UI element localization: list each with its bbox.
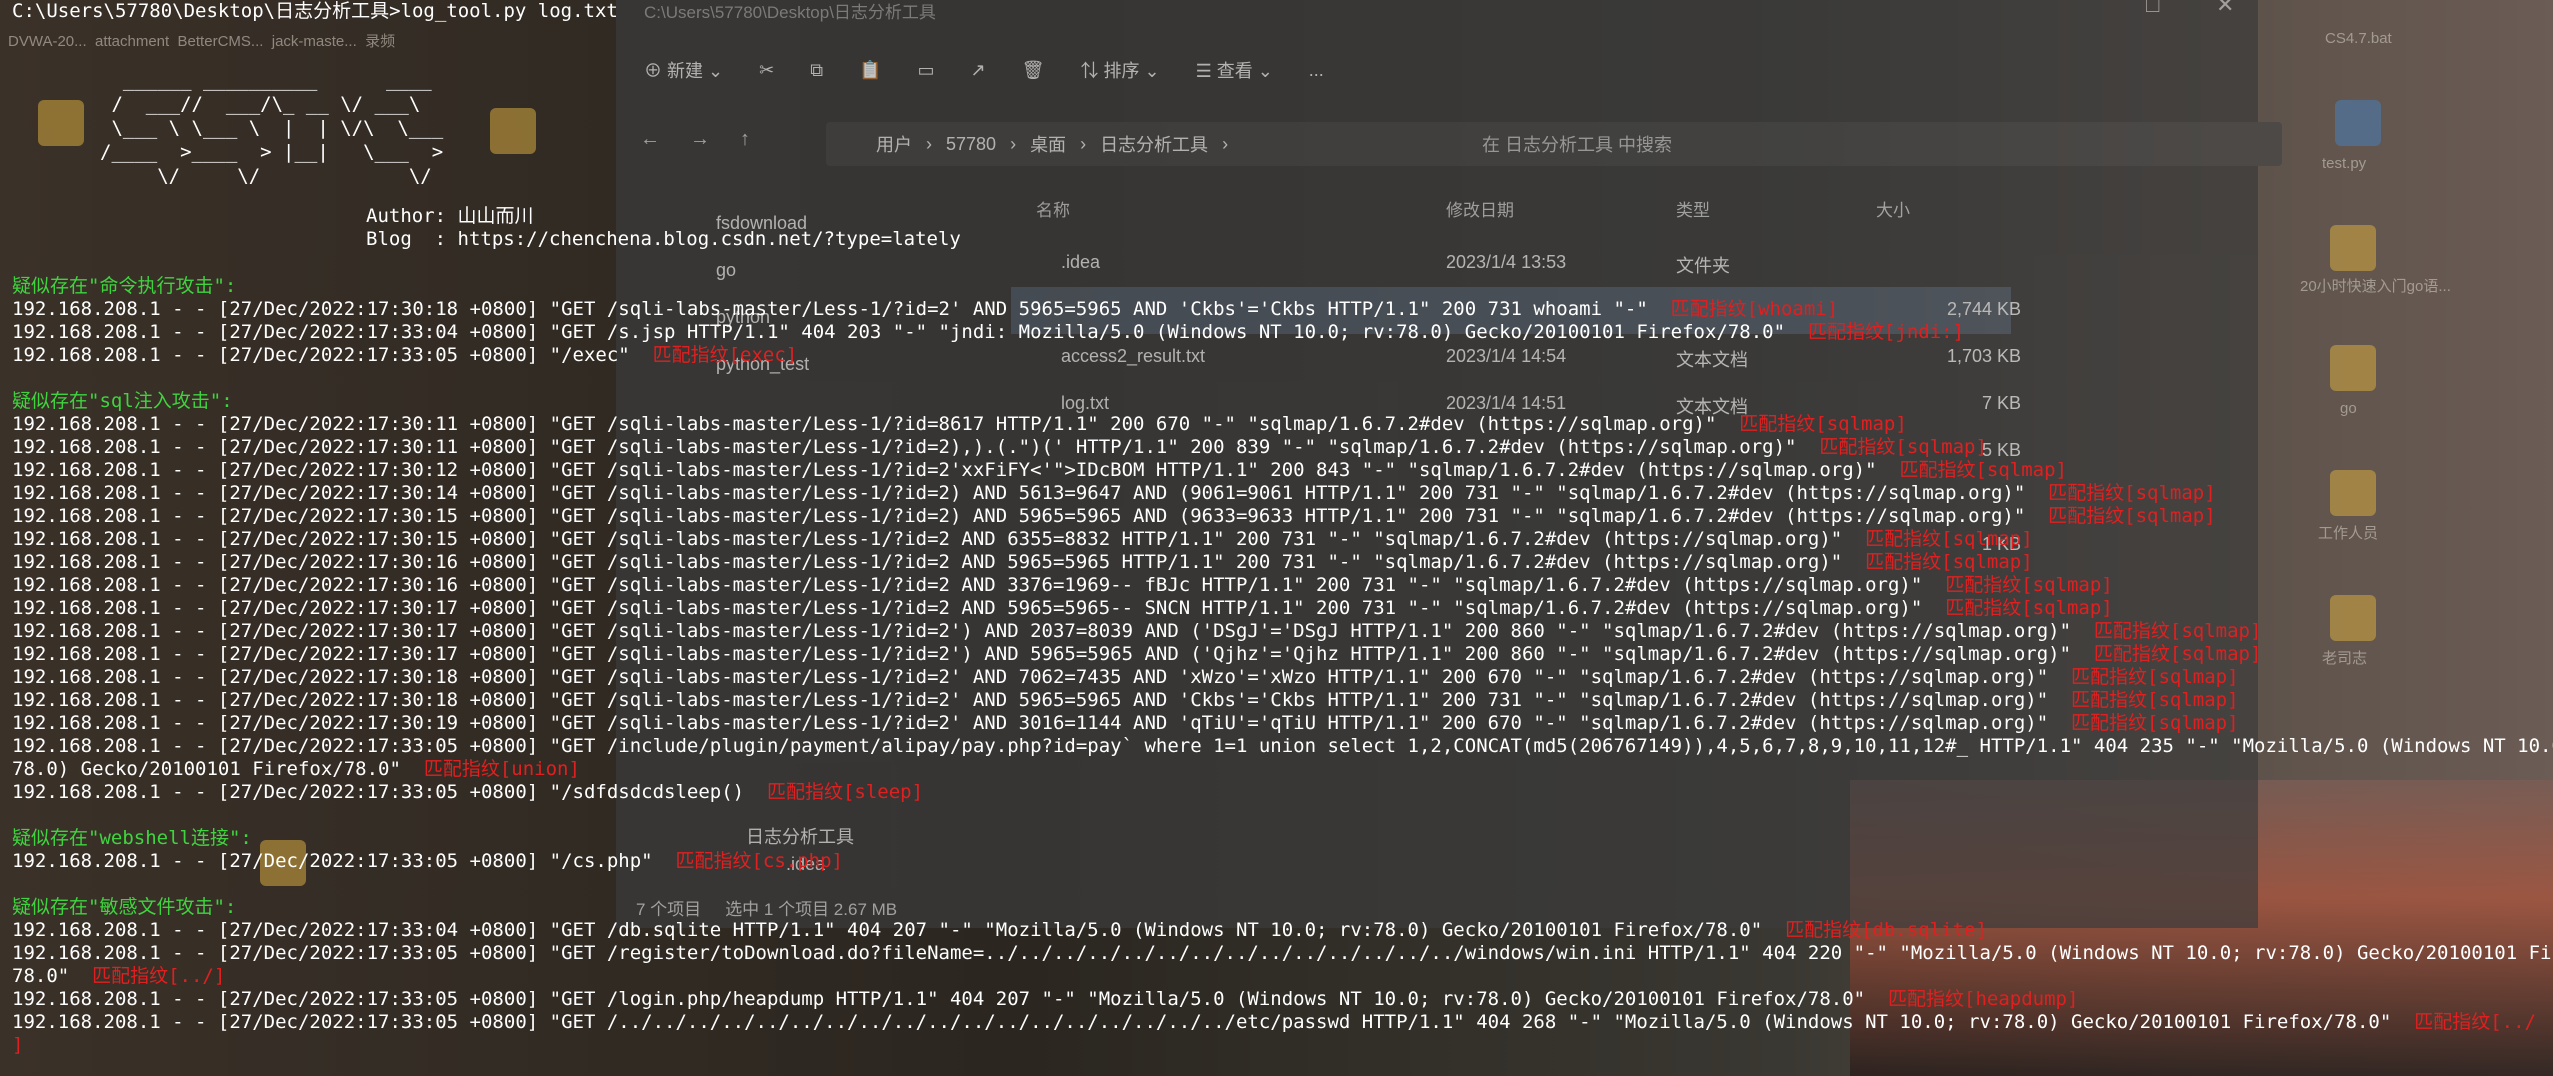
section-header: 疑似存在"命令执行攻击": (12, 275, 237, 297)
log-line-continuation: 78.0) Gecko/20100101 Firefox/78.0" 匹配指纹[… (12, 758, 580, 781)
log-line: 192.168.208.1 - - [27/Dec/2022:17:33:05 … (12, 850, 843, 873)
fingerprint-match: 匹配指纹[sqlmap] (2093, 620, 2262, 642)
log-line: 192.168.208.1 - - [27/Dec/2022:17:33:05 … (12, 344, 797, 367)
log-text: 192.168.208.1 - - [27/Dec/2022:17:30:17 … (12, 643, 2072, 665)
log-text: 192.168.208.1 - - [27/Dec/2022:17:30:16 … (12, 551, 1843, 573)
fingerprint-match: 匹配指纹[sleep] (766, 781, 924, 803)
log-line: 192.168.208.1 - - [27/Dec/2022:17:33:04 … (12, 919, 1987, 942)
log-line: 192.168.208.1 - - [27/Dec/2022:17:30:16 … (12, 574, 2113, 597)
log-line: 192.168.208.1 - - [27/Dec/2022:17:30:12 … (12, 459, 2067, 482)
log-line: 192.168.208.1 - - [27/Dec/2022:17:33:04 … (12, 321, 1964, 344)
log-line: 192.168.208.1 - - [27/Dec/2022:17:30:15 … (12, 528, 2033, 551)
log-text: 78.0" (12, 965, 70, 987)
log-line: 192.168.208.1 - - [27/Dec/2022:17:30:17 … (12, 620, 2261, 643)
fingerprint-match: 匹配指纹[sqlmap] (2048, 482, 2216, 504)
fingerprint-match-continuation: ] (12, 1034, 24, 1056)
fingerprint-match: 匹配指纹[sqlmap] (1945, 597, 2113, 619)
log-line: 192.168.208.1 - - [27/Dec/2022:17:33:05 … (12, 942, 2553, 965)
log-text: 192.168.208.1 - - [27/Dec/2022:17:30:18 … (12, 666, 2049, 688)
log-text: 78.0) Gecko/20100101 Firefox/78.0" (12, 758, 401, 780)
fingerprint-match: 匹配指纹[sqlmap] (2093, 643, 2262, 665)
log-text: 192.168.208.1 - - [27/Dec/2022:17:33:05 … (12, 781, 745, 803)
log-line: 192.168.208.1 - - [27/Dec/2022:17:30:11 … (12, 413, 1907, 436)
fingerprint-match: 匹配指纹[sqlmap] (1865, 528, 2033, 550)
log-text: 192.168.208.1 - - [27/Dec/2022:17:30:12 … (12, 459, 1877, 481)
fingerprint-match: 匹配指纹[sqlmap] (2071, 689, 2239, 711)
fingerprint-match: 匹配指纹[sqlmap] (1739, 413, 1907, 435)
log-text: 192.168.208.1 - - [27/Dec/2022:17:30:11 … (12, 413, 1717, 435)
log-line: 192.168.208.1 - - [27/Dec/2022:17:30:18 … (12, 666, 2239, 689)
section-header: 疑似存在"sql注入攻击": (12, 390, 233, 412)
fingerprint-match: 匹配指纹[jndi:] (1807, 321, 1965, 343)
fingerprint-match: 匹配指纹[../ (2414, 1011, 2536, 1033)
ascii-banner: ______ __________ ____ / ___// ___/\_ __… (100, 69, 444, 187)
log-text: 192.168.208.1 - - [27/Dec/2022:17:30:17 … (12, 620, 2072, 642)
log-line: 192.168.208.1 - - [27/Dec/2022:17:30:17 … (12, 643, 2261, 666)
log-line: 192.168.208.1 - - [27/Dec/2022:17:30:14 … (12, 482, 2216, 505)
log-line: 192.168.208.1 - - [27/Dec/2022:17:30:17 … (12, 597, 2113, 620)
log-line: 192.168.208.1 - - [27/Dec/2022:17:30:18 … (12, 689, 2239, 712)
log-text: 192.168.208.1 - - [27/Dec/2022:17:30:18 … (12, 689, 2049, 711)
log-line: 192.168.208.1 - - [27/Dec/2022:17:30:18 … (12, 298, 1838, 321)
log-line: 192.168.208.1 - - [27/Dec/2022:17:30:15 … (12, 505, 2216, 528)
log-text: 192.168.208.1 - - [27/Dec/2022:17:33:05 … (12, 1011, 2392, 1033)
log-text: 192.168.208.1 - - [27/Dec/2022:17:33:05 … (12, 988, 1866, 1010)
section-header: 疑似存在"webshell连接": (12, 827, 252, 849)
fingerprint-match: 匹配指纹[cs.php] (675, 850, 843, 872)
fingerprint-match: 匹配指纹[sqlmap] (1945, 574, 2113, 596)
log-line: 192.168.208.1 - - [27/Dec/2022:17:33:05 … (12, 735, 2553, 758)
fingerprint-match: 匹配指纹[sqlmap] (1865, 551, 2033, 573)
log-line: 192.168.208.1 - - [27/Dec/2022:17:30:16 … (12, 551, 2033, 574)
log-text: 192.168.208.1 - - [27/Dec/2022:17:33:04 … (12, 321, 1786, 343)
log-text: 192.168.208.1 - - [27/Dec/2022:17:33:05 … (12, 942, 2553, 964)
fingerprint-match: 匹配指纹[db.sqlite] (1785, 919, 1987, 941)
log-text: 192.168.208.1 - - [27/Dec/2022:17:33:05 … (12, 850, 653, 872)
log-line: 192.168.208.1 - - [27/Dec/2022:17:33:05 … (12, 1011, 2536, 1034)
section-header: 疑似存在"敏感文件攻击": (12, 896, 237, 918)
fingerprint-match: 匹配指纹[../] (92, 965, 226, 987)
fingerprint-match: 匹配指纹[sqlmap] (2071, 712, 2239, 734)
log-line: 192.168.208.1 - - [27/Dec/2022:17:33:05 … (12, 988, 2078, 1011)
log-text: 192.168.208.1 - - [27/Dec/2022:17:30:15 … (12, 528, 1843, 550)
log-text: 192.168.208.1 - - [27/Dec/2022:17:30:17 … (12, 597, 1923, 619)
fingerprint-match: 匹配指纹[heapdump] (1888, 988, 2079, 1010)
log-text: 192.168.208.1 - - [27/Dec/2022:17:30:18 … (12, 298, 1648, 320)
author-line: Author: 山山而川 (366, 205, 534, 227)
terminal-output: C:\Users\57780\Desktop\日志分析工具>log_tool.p… (0, 0, 2553, 1076)
fingerprint-match: 匹配指纹[sqlmap] (1819, 436, 1987, 458)
log-text: 192.168.208.1 - - [27/Dec/2022:17:33:05 … (12, 735, 2553, 757)
blog-line: Blog : https://chenchena.blog.csdn.net/?… (366, 228, 961, 250)
log-line: 192.168.208.1 - - [27/Dec/2022:17:30:11 … (12, 436, 1987, 459)
log-line-continuation: 78.0" 匹配指纹[../] (12, 965, 225, 988)
log-text: 192.168.208.1 - - [27/Dec/2022:17:30:16 … (12, 574, 1923, 596)
log-text: 192.168.208.1 - - [27/Dec/2022:17:33:04 … (12, 919, 1763, 941)
fingerprint-match: 匹配指纹[exec] (652, 344, 798, 366)
log-line: 192.168.208.1 - - [27/Dec/2022:17:33:05 … (12, 781, 923, 804)
fingerprint-match: 匹配指纹[sqlmap] (2071, 666, 2239, 688)
log-text: 192.168.208.1 - - [27/Dec/2022:17:30:15 … (12, 505, 2026, 527)
log-text: 192.168.208.1 - - [27/Dec/2022:17:30:11 … (12, 436, 1797, 458)
fingerprint-match: 匹配指纹[union] (423, 758, 580, 780)
log-line: 192.168.208.1 - - [27/Dec/2022:17:30:19 … (12, 712, 2239, 735)
log-text: 192.168.208.1 - - [27/Dec/2022:17:30:14 … (12, 482, 2026, 504)
command-line: C:\Users\57780\Desktop\日志分析工具>log_tool.p… (12, 0, 618, 22)
log-text: 192.168.208.1 - - [27/Dec/2022:17:33:05 … (12, 344, 630, 366)
log-text: 192.168.208.1 - - [27/Dec/2022:17:30:19 … (12, 712, 2049, 734)
fingerprint-match: 匹配指纹[whoami] (1670, 298, 1839, 320)
fingerprint-match: 匹配指纹[sqlmap] (2048, 505, 2216, 527)
fingerprint-match: 匹配指纹[sqlmap] (1899, 459, 2067, 481)
